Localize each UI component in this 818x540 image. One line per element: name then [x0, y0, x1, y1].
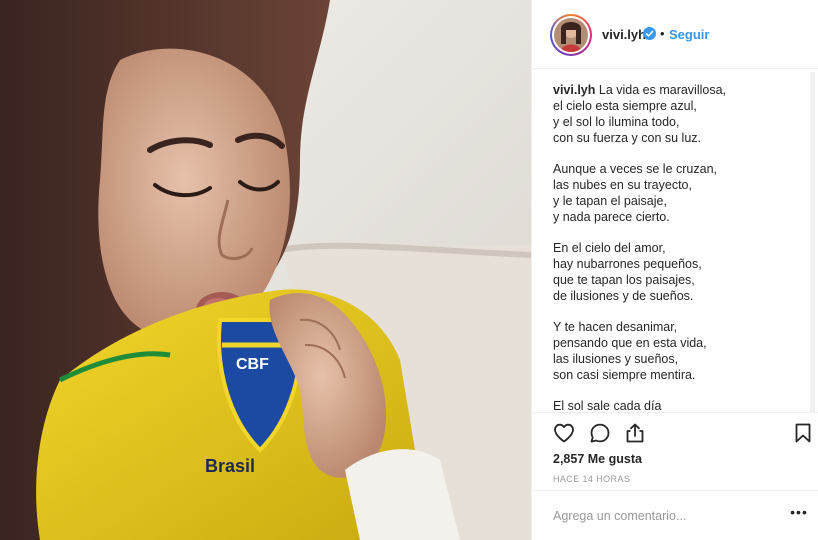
- caption: vivi.lyh La vida es maravillosa, el ciel…: [553, 82, 808, 412]
- post-photo[interactable]: CBF Brasil: [0, 0, 531, 540]
- caption-stanza: Aunque a veces se le cruzan, las nubes e…: [553, 162, 717, 224]
- like-count[interactable]: 2,857 Me gusta: [553, 452, 642, 466]
- post-photo-illustration: [0, 0, 531, 540]
- heart-icon[interactable]: [552, 421, 576, 445]
- more-options-icon[interactable]: •••: [789, 504, 809, 524]
- timestamp[interactable]: HACE 14 HORAS: [553, 474, 630, 484]
- post-header: vivi.lyh • Seguir: [532, 0, 818, 69]
- comment-form: Agrega un comentario... •••: [532, 490, 818, 540]
- caption-stanza: vivi.lyh La vida es maravillosa, el ciel…: [553, 82, 808, 146]
- scrollbar-thumb[interactable]: [810, 72, 815, 412]
- caption-stanza: Y te hacen desanimar, pensando que en es…: [553, 320, 707, 382]
- action-bar: [532, 412, 818, 450]
- follow-button[interactable]: Seguir: [669, 27, 709, 42]
- comment-input[interactable]: Agrega un comentario...: [553, 509, 686, 523]
- comment-icon[interactable]: [588, 421, 612, 445]
- crest-label: CBF: [236, 356, 269, 373]
- caption-username[interactable]: vivi.lyh: [553, 83, 595, 97]
- post-side-panel: vivi.lyh • Seguir vivi.lyh La vida es ma…: [531, 0, 818, 540]
- bookmark-icon[interactable]: [791, 421, 815, 445]
- profile-photo-icon: [554, 18, 588, 52]
- separator-dot: •: [660, 26, 665, 41]
- caption-stanza: En el cielo del amor, hay nubarrones peq…: [553, 241, 702, 303]
- caption-scrollbar[interactable]: [810, 72, 815, 412]
- avatar[interactable]: [550, 14, 592, 56]
- share-icon[interactable]: [623, 421, 647, 445]
- caption-stanza: El sol sale cada día: [553, 399, 662, 412]
- username-link[interactable]: vivi.lyh: [602, 27, 646, 42]
- verified-badge-icon: [643, 27, 656, 40]
- shirt-brand-label: Brasil: [205, 456, 256, 476]
